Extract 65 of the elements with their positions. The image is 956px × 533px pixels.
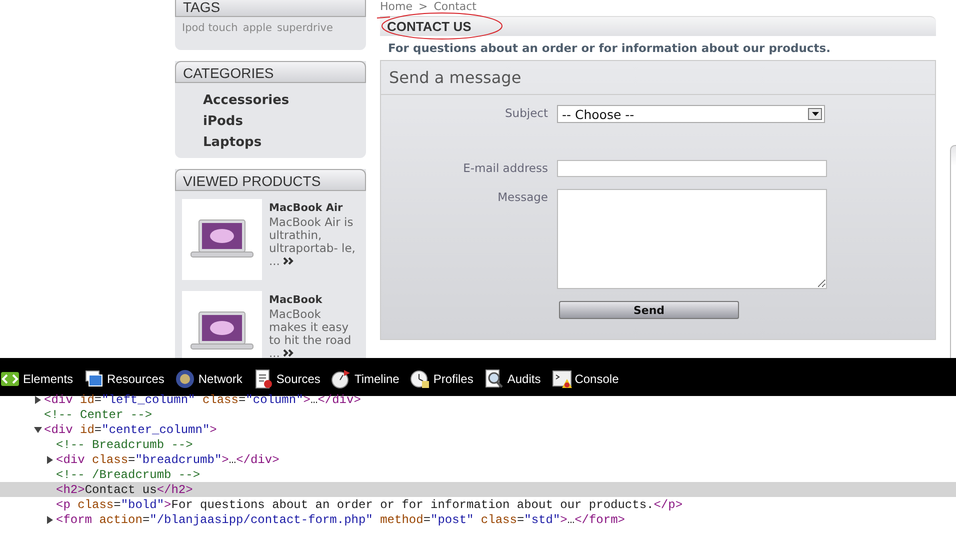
product-description: MacBook makes it easy to hit the road ...	[269, 308, 352, 358]
breadcrumb-link[interactable]: Home	[380, 0, 412, 14]
expand-triangle-icon[interactable]	[46, 516, 54, 524]
html-element-line[interactable]: <form action="/blanjaasipp/contact-form.php" method="post" class="std">…</form>	[56, 512, 625, 526]
breadcrumb-link[interactable]: Contact	[434, 0, 476, 14]
breadcrumb-separator: >	[418, 0, 428, 14]
caret-icon	[812, 112, 818, 116]
clock-icon	[410, 368, 430, 388]
magnifier-icon	[484, 368, 504, 388]
product-name[interactable]: MacBook Air	[269, 202, 357, 214]
collapse-triangle-icon[interactable]	[34, 426, 42, 434]
dom-tree-row[interactable]: <!-- Center -->	[0, 407, 956, 422]
html-element-line[interactable]: <div id="center_column">	[44, 422, 217, 436]
document-icon	[253, 368, 274, 388]
panel-header: TAGS	[175, 0, 366, 17]
expand-triangle-icon[interactable]	[34, 396, 42, 404]
stopwatch-icon	[331, 368, 352, 388]
devtools-tab[interactable]: Profiles	[410, 364, 484, 394]
devtools-tab[interactable]: Audits	[484, 364, 552, 394]
terminal-icon	[552, 368, 572, 388]
dom-tree-row[interactable]: <div id="left_column" class="column">…</div>	[0, 392, 956, 407]
html-element-line[interactable]: <div id="left_column" class="column">…</div>	[44, 392, 361, 406]
product-description: MacBook Air is ultrathin, ultraportab- le, ...	[269, 216, 356, 268]
product-name[interactable]: MacBook	[269, 294, 357, 306]
devtools-tab[interactable]: Resources	[84, 364, 176, 394]
category-link[interactable]: Accessories	[203, 90, 290, 111]
devtools-tab[interactable]: Timeline	[331, 364, 410, 394]
dom-tree-row[interactable]: <form action="/blanjaasipp/contact-form.php" method="post" class="std">…</form>	[0, 512, 956, 527]
html-element-line[interactable]: <div class="breadcrumb">…</div>	[56, 452, 280, 466]
double-chevron-icon[interactable]	[282, 349, 294, 357]
dom-tree-row[interactable]: <p class="bold">For questions about an order or for information about our products.</p>	[0, 497, 956, 512]
field-label: E-mail address	[462, 161, 548, 175]
message-field[interactable]	[557, 189, 827, 289]
panel-header: CATEGORIES	[175, 61, 366, 83]
devtools-tab[interactable]: Network	[175, 364, 254, 394]
windows-icon	[84, 368, 104, 388]
devtools-tab[interactable]: Console	[552, 364, 630, 394]
devtools-tab[interactable]: Sources	[253, 364, 332, 394]
selected-row-highlight[interactable]: <h2>Contact us</h2>	[0, 482, 956, 497]
send-button[interactable]: Send	[559, 301, 739, 319]
field-label: Message	[496, 190, 548, 204]
expand-triangle-icon[interactable]	[46, 456, 54, 464]
html-element-line[interactable]: <p class="bold">For questions about an order or for information about our products.</p>	[56, 498, 683, 512]
panel-header: VIEWED PRODUCTS	[175, 169, 366, 191]
double-chevron-icon[interactable]	[282, 257, 294, 265]
page-title: CONTACT US	[380, 16, 936, 36]
html-comment[interactable]: <!-- /Breadcrumb -->	[56, 468, 200, 482]
dom-tree-row[interactable]: <!-- Breadcrumb -->	[0, 437, 956, 452]
field-label: Subject	[504, 106, 548, 120]
intro-text: For questions about an order or for information about our products.	[388, 41, 832, 55]
email-field[interactable]	[557, 160, 827, 177]
dom-tree-row[interactable]: <div class="breadcrumb">…</div>	[0, 452, 956, 467]
devtools-tab[interactable]: Elements	[0, 364, 84, 394]
dom-tree-row[interactable]: <!-- /Breadcrumb -->	[0, 467, 956, 482]
html-comment[interactable]: <!-- Center -->	[44, 408, 152, 422]
dom-tree-row[interactable]: <div id="center_column">	[0, 422, 956, 437]
globe-icon	[175, 368, 196, 388]
form-title: Send a message	[381, 61, 935, 95]
category-link[interactable]: Laptops	[203, 132, 262, 153]
product-image[interactable]	[182, 291, 262, 358]
html-comment[interactable]: <!-- Breadcrumb -->	[56, 438, 193, 452]
product-image[interactable]	[182, 199, 262, 280]
subject-dropdown[interactable]: -- Choose --	[557, 105, 825, 123]
html-element-line[interactable]: <h2>Contact us</h2>	[56, 482, 193, 496]
category-link[interactable]: iPods	[203, 111, 243, 132]
